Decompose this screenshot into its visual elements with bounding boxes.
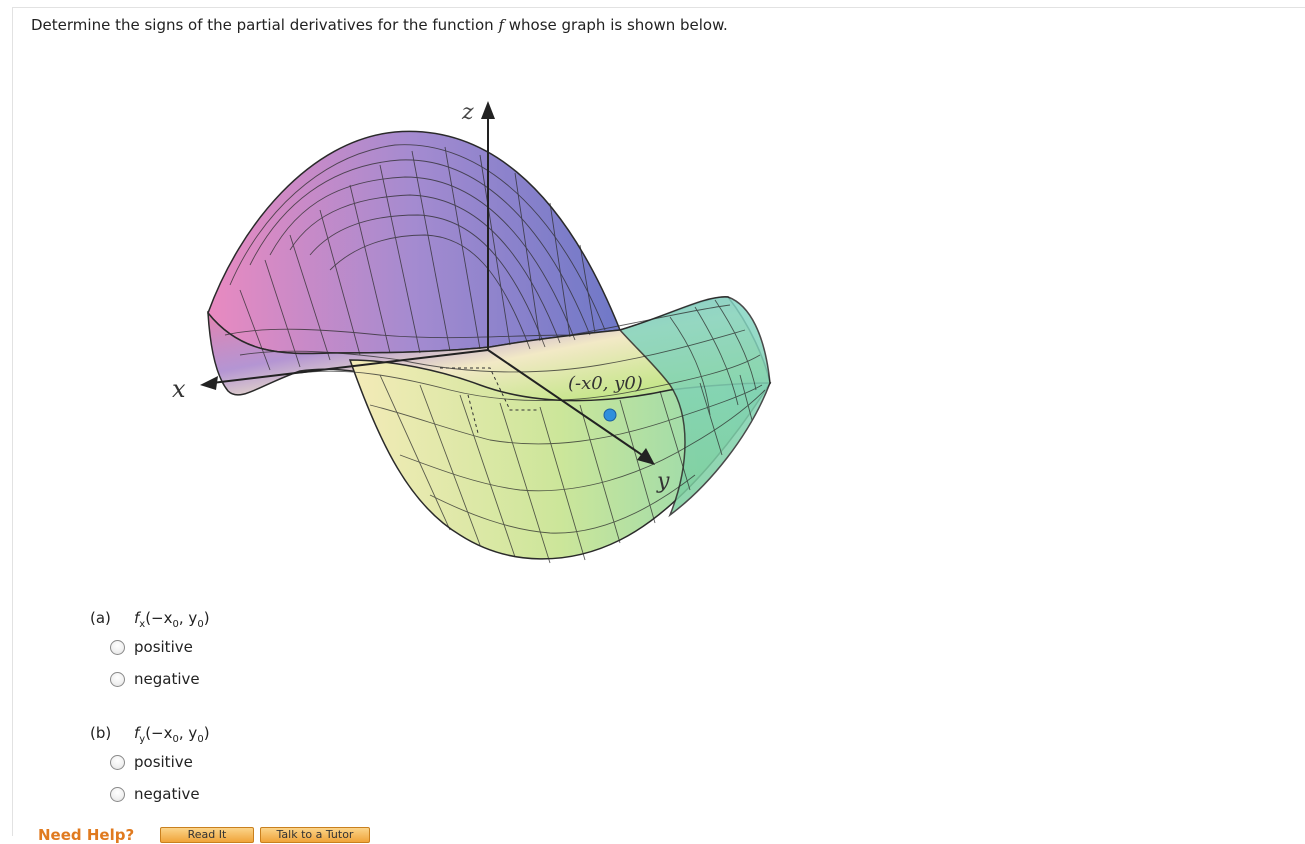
part-b-option-negative[interactable]: negative — [110, 785, 200, 803]
z-axis-arrowhead — [481, 101, 495, 119]
part-a-negative-label: negative — [134, 670, 200, 688]
part-b-positive-radio[interactable] — [110, 754, 125, 770]
z-axis-label: z — [461, 100, 474, 125]
surface-graph: z x y (-x0, y0) — [172, 100, 772, 564]
part-a-expression: fx(−x0, y0) — [134, 609, 210, 630]
part-b-positive-label: positive — [134, 753, 193, 771]
surface-back-hump — [207, 130, 622, 355]
part-a-negative-radio[interactable] — [110, 671, 125, 687]
part-a-heading: (a) fx(−x0, y0) — [90, 609, 210, 630]
part-b-heading: (b) fy(−x0, y0) — [90, 724, 210, 745]
question-text: Determine the signs of the partial deriv… — [31, 16, 728, 34]
question-suffix: whose graph is shown below. — [504, 16, 728, 34]
part-a-positive-label: positive — [134, 638, 193, 656]
y-axis-label: y — [656, 469, 670, 494]
part-a-option-positive[interactable]: positive — [110, 638, 193, 656]
question-prefix: Determine the signs of the partial deriv… — [31, 16, 499, 34]
part-b-label: (b) — [90, 724, 112, 742]
part-a-label: (a) — [90, 609, 111, 627]
x-axis-label: x — [172, 375, 186, 403]
part-b-negative-label: negative — [134, 785, 200, 803]
read-it-button[interactable]: Read It — [160, 827, 254, 843]
need-help-label: Need Help? — [38, 826, 135, 844]
part-a-positive-radio[interactable] — [110, 639, 125, 655]
part-b-expression: fy(−x0, y0) — [134, 724, 210, 745]
x-axis-arrowhead — [200, 376, 218, 390]
part-b-negative-radio[interactable] — [110, 786, 125, 802]
point-marker — [603, 408, 617, 422]
point-label: (-x0, y0) — [568, 373, 643, 394]
part-b-option-positive[interactable]: positive — [110, 753, 193, 771]
talk-to-tutor-button[interactable]: Talk to a Tutor — [260, 827, 370, 843]
part-a-option-negative[interactable]: negative — [110, 670, 200, 688]
